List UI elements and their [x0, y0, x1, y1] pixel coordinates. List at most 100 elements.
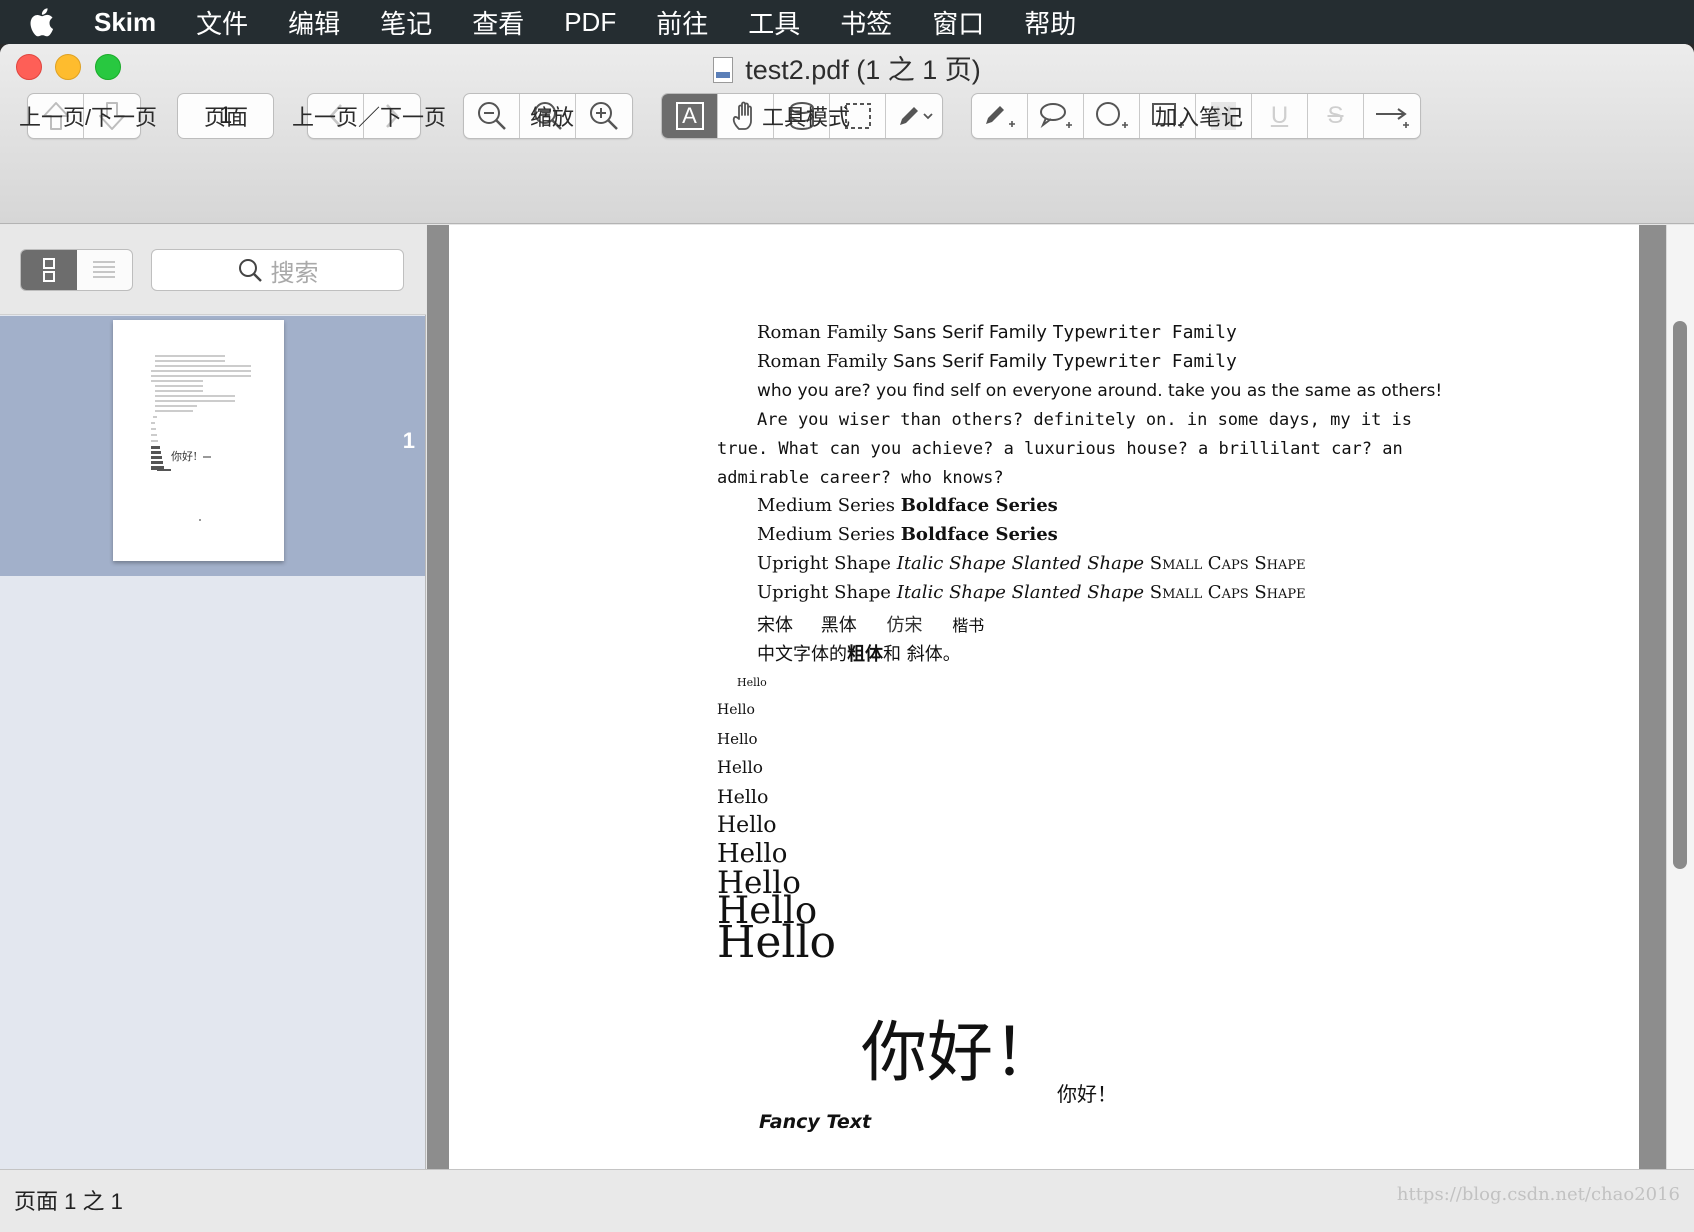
note-tool-button[interactable]	[886, 94, 942, 138]
thumbnail-preview: 你好!	[151, 355, 251, 521]
apple-menu-icon[interactable]	[0, 7, 82, 37]
sans-family-text: Sans Serif Family	[893, 322, 1047, 343]
main-window: test2.pdf (1 之 1 页) 上一页/下一页 1 页面 上一页／下一页…	[0, 44, 1694, 1232]
cjk-italic-text: 斜体。	[906, 644, 961, 665]
screen: Skim 文件 编辑 笔记 查看 PDF 前往 工具 书签 窗口 帮助 test…	[0, 0, 1694, 1232]
list-icon	[93, 261, 116, 278]
menu-pdf[interactable]: PDF	[544, 7, 636, 38]
menu-view[interactable]: 查看	[452, 4, 544, 41]
big-nihao-text: 你好！	[861, 1014, 1059, 1091]
hello-small: Hello	[717, 758, 763, 778]
add-text-note-button[interactable]	[1028, 94, 1084, 138]
thumbnails-view-button[interactable]	[21, 250, 77, 290]
outline-view-button[interactable]	[77, 250, 133, 290]
zoom-label: 缩放	[529, 105, 575, 130]
window-title: test2.pdf (1 之 1 页)	[0, 48, 1694, 87]
circle-plus-icon	[1095, 102, 1128, 128]
menu-go[interactable]: 前往	[636, 4, 728, 41]
small-nihao-text: 你好！	[1057, 1082, 1117, 1106]
series-line-2: Medium Series Boldface Series	[757, 524, 1058, 545]
vertical-scrollbar[interactable]	[1666, 225, 1694, 1169]
menu-tools[interactable]: 工具	[728, 4, 820, 41]
sidebar-header: 搜索	[0, 225, 426, 315]
zoom-in-icon	[590, 102, 618, 130]
typewriter-paragraph-line-2: true. What can you achieve? a luxurious …	[717, 439, 1403, 459]
zoom-fit-icon	[477, 102, 506, 130]
menu-bar: Skim 文件 编辑 笔记 查看 PDF 前往 工具 书签 窗口 帮助	[0, 0, 1694, 44]
status-bar: 页面 1 之 1 https://blog.csdn.net/chao2016	[0, 1169, 1694, 1232]
thumbnail-page-number: 1	[402, 428, 415, 453]
zoom-to-fit-button[interactable]	[464, 94, 520, 138]
arrow-line-plus-icon	[1376, 108, 1409, 128]
hello-large: Hello	[717, 813, 777, 838]
add-strikeout-note-button[interactable]: S	[1308, 94, 1364, 138]
sidebar: 搜索 你好! 1	[0, 225, 426, 1169]
thumbnails-icon	[42, 258, 55, 282]
sidebar-search-field[interactable]: 搜索	[151, 249, 404, 291]
add-freehand-note-button[interactable]	[972, 94, 1028, 138]
font-family-line-2: Roman Family Sans Serif Family Typewrite…	[757, 351, 1237, 372]
shape-line-2: Upright Shape Italic Shape Slanted Shape…	[757, 582, 1306, 603]
pdf-page[interactable]: Roman Family Sans Serif Family Typewrite…	[449, 225, 1639, 1169]
text-tool-icon: A	[675, 102, 704, 130]
roman-family-text: Roman Family	[757, 322, 888, 343]
prev-next-label: 上一页/下一页	[18, 105, 158, 130]
kai-font-text: 楷书	[952, 616, 985, 635]
typewriter-family-text: Typewriter Family	[1052, 351, 1237, 372]
add-underline-note-button[interactable]: U	[1252, 94, 1308, 138]
page-thumbnail[interactable]: 你好!	[113, 320, 284, 561]
zoom-in-button[interactable]	[576, 94, 632, 138]
strikeout-icon: S	[1327, 102, 1344, 129]
text-tool-button[interactable]: A	[662, 94, 718, 138]
menu-help[interactable]: 帮助	[1004, 4, 1096, 41]
add-line-note-button[interactable]	[1364, 94, 1420, 138]
cjk-bold-text: 粗体	[847, 644, 883, 665]
cjk-sentence-part-c: 和	[883, 644, 901, 665]
italic-shape-text: Italic Shape	[896, 553, 1006, 574]
fancy-text: Fancy Text	[759, 1111, 872, 1133]
menu-window[interactable]: 窗口	[912, 4, 1004, 41]
font-family-line-1: Roman Family Sans Serif Family Typewrite…	[757, 322, 1237, 343]
scrollbar-thumb[interactable]	[1673, 321, 1687, 869]
cjk-sentence-part-a: 中文字体的	[757, 644, 847, 665]
thumbnail-nihao: 你好!	[171, 449, 197, 463]
italic-shape-text: Italic Shape	[896, 582, 1006, 603]
small-caps-shape-text: Small Caps Shape	[1149, 582, 1306, 603]
typewriter-family-text: Typewriter Family	[1052, 322, 1237, 343]
shape-line-1: Upright Shape Italic Shape Slanted Shape…	[757, 553, 1306, 574]
pen-plus-icon	[985, 106, 1015, 127]
page-thumbnail-row[interactable]: 你好! 1	[0, 316, 425, 576]
roman-family-text: Roman Family	[757, 351, 888, 372]
hello-footnotesize: Hello	[717, 730, 758, 748]
hand-icon	[732, 101, 752, 130]
typewriter-paragraph-line-3: admirable career? who knows?	[717, 468, 1004, 488]
fangsong-font-text: 仿宋	[886, 615, 923, 636]
menu-bookmarks[interactable]: 书签	[820, 4, 912, 41]
hello-Huge: Hello	[717, 917, 837, 968]
cjk-fonts-line: 宋体 黑体 仿宋 楷书	[757, 611, 984, 637]
song-font-text: 宋体	[757, 615, 793, 636]
menu-edit[interactable]: 编辑	[268, 4, 360, 41]
slanted-shape-text: Slanted Shape	[1011, 582, 1145, 603]
medium-series-text: Medium Series	[757, 524, 895, 545]
pdf-document-icon	[713, 57, 734, 83]
medium-series-text: Medium Series	[757, 495, 895, 516]
add-note-label: 加入笔记	[1154, 105, 1244, 130]
add-circle-note-button[interactable]	[1084, 94, 1140, 138]
sans-paragraph: who you are? you find self on everyone a…	[757, 381, 1443, 401]
hello-normalsize: Hello	[717, 786, 769, 808]
hei-font-text: 黑体	[820, 615, 857, 636]
sans-family-text: Sans Serif Family	[893, 351, 1047, 372]
sidebar-view-toggle	[20, 249, 133, 291]
boldface-series-text: Boldface Series	[900, 524, 1058, 545]
underline-icon: U	[1270, 102, 1289, 129]
search-icon	[238, 259, 262, 282]
status-page-text: 页面 1 之 1	[14, 1189, 123, 1214]
menu-notes[interactable]: 笔记	[360, 4, 452, 41]
menu-app-skim[interactable]: Skim	[82, 7, 176, 38]
menu-file[interactable]: 文件	[176, 4, 268, 41]
pdf-view[interactable]: Roman Family Sans Serif Family Typewrite…	[427, 225, 1694, 1169]
boldface-series-text: Boldface Series	[900, 495, 1058, 516]
small-caps-shape-text: Small Caps Shape	[1149, 553, 1306, 574]
watermark-text: https://blog.csdn.net/chao2016	[1396, 1184, 1680, 1205]
